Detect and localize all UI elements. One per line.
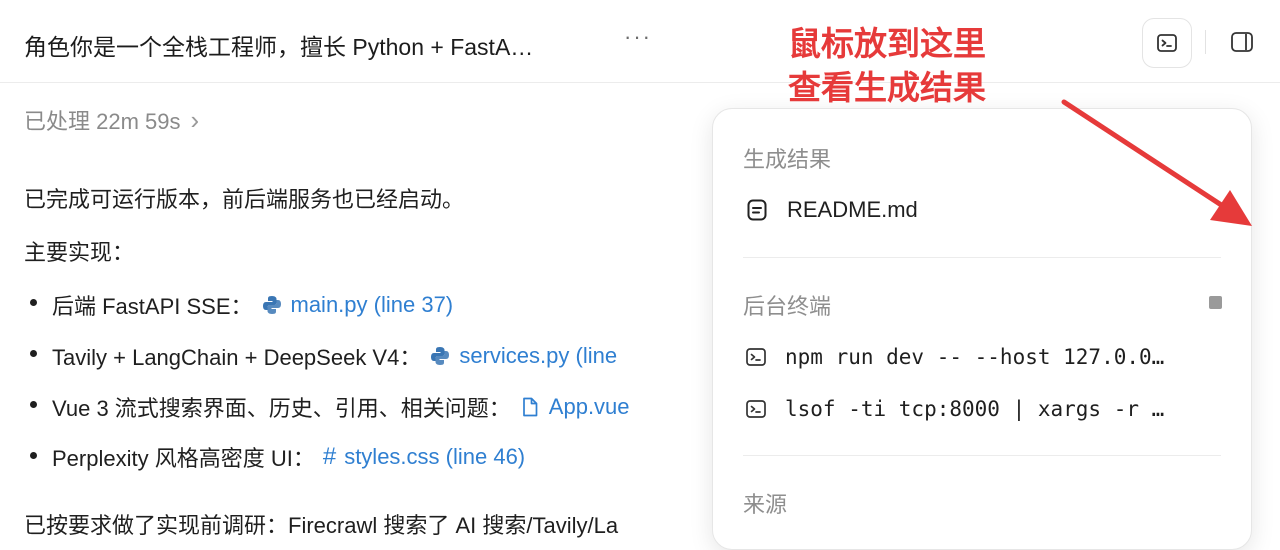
list-item-label: 后端 FastAPI SSE： <box>52 294 253 319</box>
result-file-name: README.md <box>787 197 918 222</box>
more-options-button[interactable]: ··· <box>624 24 652 50</box>
hash-icon: # <box>322 443 337 470</box>
list-item: 后端 FastAPI SSE： main.py (line 37) <box>52 289 453 321</box>
processed-time: 已处理 22m 59s <box>24 109 181 134</box>
annotation-text: 鼠标放到这里 查看生成结果 <box>788 22 986 110</box>
terminal-command-item[interactable]: npm run dev -- --host 127.0.0… <box>745 345 1164 369</box>
terminal-icon <box>746 348 766 366</box>
document-icon <box>747 199 767 221</box>
file-link[interactable]: services.py (line <box>459 343 617 369</box>
bullet-dot <box>30 299 37 306</box>
list-item-label: Perplexity 风格高密度 UI： <box>52 446 315 471</box>
file-icon <box>522 397 538 417</box>
python-icon <box>431 347 450 365</box>
list-item-label: Tavily + LangChain + DeepSeek V4： <box>52 345 422 370</box>
bullet-dot <box>30 452 37 459</box>
list-item: Vue 3 流式搜索界面、历史、引用、相关问题： App.vue <box>52 391 630 423</box>
section-heading: 主要实现： <box>24 240 135 265</box>
processed-status[interactable]: 已处理 22m 59s › <box>24 104 199 136</box>
python-icon <box>262 296 281 314</box>
list-item: Tavily + LangChain + DeepSeek V4： servic… <box>52 340 617 372</box>
sources-section-title: 来源 <box>743 492 788 517</box>
bullet-dot <box>30 401 37 408</box>
terminal-icon <box>746 400 766 418</box>
bullet-dot <box>30 350 37 357</box>
file-link[interactable]: main.py (line 37) <box>291 292 454 318</box>
sidebar-panel-icon <box>1231 32 1253 52</box>
results-section-title: 生成结果 <box>743 147 832 172</box>
list-item: Perplexity 风格高密度 UI： # styles.css (line … <box>52 441 525 473</box>
footer-text: 已按要求做了实现前调研：Firecrawl 搜索了 AI 搜索/Tavily/L… <box>24 513 619 538</box>
chat-header: 角色你是一个全栈工程师，擅长 Python + FastA… ··· <box>0 0 1280 83</box>
result-file-item[interactable]: README.md <box>745 197 918 223</box>
list-item-label: Vue 3 流式搜索界面、历史、引用、相关问题： <box>52 396 511 421</box>
terminal-command: lsof -ti tcp:8000 | xargs -r … <box>785 397 1165 421</box>
file-link[interactable]: styles.css (line 46) <box>344 444 525 470</box>
header-divider <box>1205 30 1206 54</box>
section-divider <box>743 455 1221 456</box>
results-popup: 生成结果 README.md 后台终端 npm run dev -- --hos… <box>712 108 1252 550</box>
intro-text: 已完成可运行版本，前后端服务也已经启动。 <box>24 187 465 212</box>
section-divider <box>743 257 1221 258</box>
annotation-line: 查看生成结果 <box>788 69 986 106</box>
chevron-right-icon: › <box>190 104 200 135</box>
chat-title[interactable]: 角色你是一个全栈工程师，擅长 Python + FastA… <box>24 28 533 62</box>
terminal-icon <box>1157 34 1177 52</box>
terminal-command-item[interactable]: lsof -ti tcp:8000 | xargs -r … <box>745 397 1164 421</box>
sidebar-toggle-button[interactable] <box>1218 18 1266 66</box>
terminal-section-title: 后台终端 <box>743 294 832 319</box>
stop-icon[interactable] <box>1209 296 1222 309</box>
annotation-line: 鼠标放到这里 <box>788 25 986 62</box>
terminal-command: npm run dev -- --host 127.0.0… <box>785 345 1165 369</box>
file-link[interactable]: App.vue <box>549 394 630 420</box>
terminal-toggle-button[interactable] <box>1142 18 1192 68</box>
